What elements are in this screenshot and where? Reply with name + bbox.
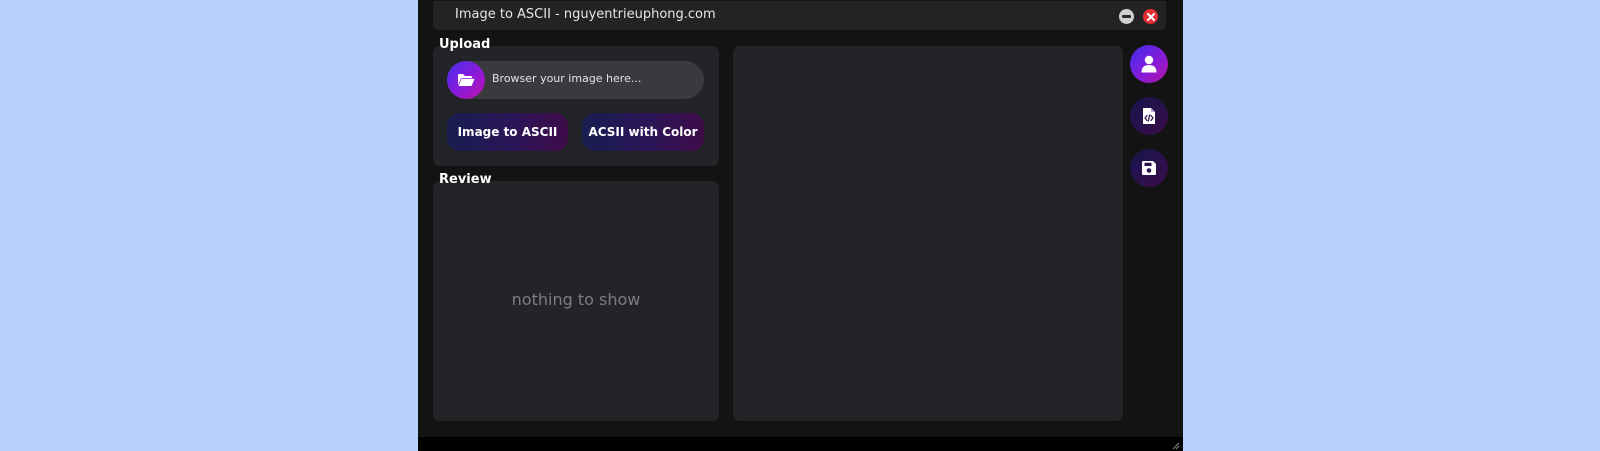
folder-open-icon[interactable] — [447, 61, 485, 99]
code-file-icon[interactable] — [1130, 97, 1168, 135]
status-bar — [418, 437, 1183, 451]
close-icon[interactable] — [1143, 9, 1158, 24]
ascii-output-panel[interactable] — [733, 46, 1123, 421]
file-input[interactable]: Browser your image here... — [447, 61, 704, 99]
title-bar[interactable]: Image to ASCII - nguyentrieuphong.com — [433, 1, 1166, 30]
image-to-ascii-button[interactable]: Image to ASCII — [447, 113, 568, 151]
resize-grip-icon[interactable] — [1171, 441, 1180, 450]
empty-state-text: nothing to show — [511, 290, 641, 309]
user-icon[interactable] — [1130, 45, 1168, 83]
ascii-with-color-button[interactable]: ACSII with Color — [582, 113, 704, 151]
app-window: Image to ASCII - nguyentrieuphong.com Up… — [418, 0, 1183, 451]
save-icon[interactable] — [1130, 149, 1168, 187]
review-heading: Review — [439, 172, 492, 187]
review-panel: nothing to show — [433, 181, 719, 421]
minimize-icon[interactable] — [1119, 9, 1134, 24]
file-placeholder-text: Browser your image here... — [492, 72, 642, 85]
upload-panel: Browser your image here... Image to ASCI… — [433, 46, 719, 166]
upload-heading: Upload — [439, 37, 491, 52]
window-title: Image to ASCII - nguyentrieuphong.com — [455, 7, 716, 22]
